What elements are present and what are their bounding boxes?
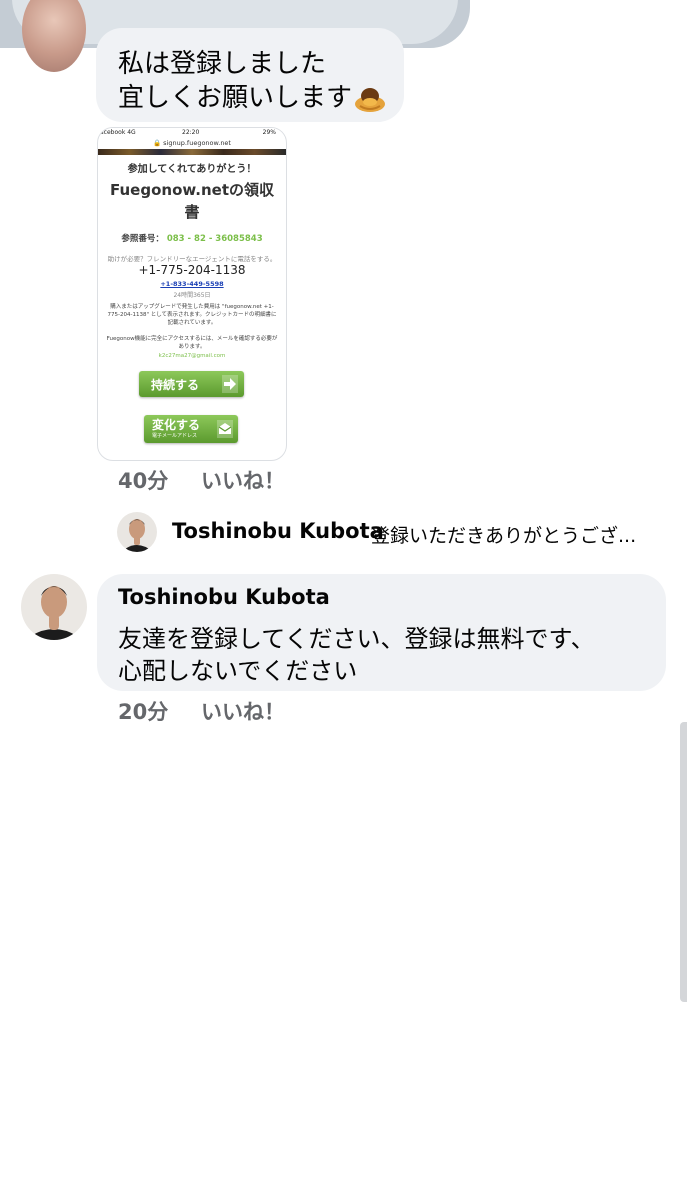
like-link[interactable]: いいね！ — [201, 696, 285, 726]
comment-bubble[interactable]: Toshinobu Kubota 友達を登録してください、登録は無料です、 心配… — [97, 574, 666, 691]
status-battery: 29% — [262, 129, 276, 136]
receipt-title: Fuegonow.netの領収書 — [110, 181, 274, 221]
status-carrier: acebook 4G — [100, 129, 136, 136]
url-bar: 🔒 signup.fuegonow.net — [153, 139, 231, 147]
continue-button-label: 持続する — [151, 378, 200, 392]
envelope-icon — [217, 420, 233, 438]
url-text: signup.fuegonow.net — [163, 139, 231, 147]
change-email-button: 変化する 電子メールアドレス — [144, 415, 238, 443]
help-text: 助けが必要？フレンドリーなエージェントに電話をする。 — [107, 255, 277, 263]
phone-number-link: +1-833-449-5598 — [160, 280, 224, 288]
reference-number: 参照番号： 083 - 82 - 36085843 — [121, 234, 263, 244]
comment-bubble[interactable]: 私は登録しました 宜しくお願いします — [96, 28, 404, 122]
comment-text-line: 宜しくお願いします — [118, 82, 386, 114]
phone-status-bar: acebook 4G 22:20 29% — [98, 128, 286, 138]
reply-preview-text[interactable]: 登録いただきありがとうござ... — [371, 521, 636, 548]
person-avatar-icon — [21, 574, 87, 640]
status-time: 22:20 — [182, 129, 200, 136]
change-button-sublabel: 電子メールアドレス — [152, 433, 198, 439]
comment-text-line: 心配しないでください — [118, 657, 358, 685]
reply-author-name[interactable]: Toshinobu Kubota — [172, 519, 384, 543]
avatar[interactable] — [117, 512, 157, 552]
verify-paragraph: Fuegonow機能に完全にアクセスするには、メールを確認する必要があります。 — [106, 336, 278, 350]
comment-timestamp: 20分 — [118, 700, 169, 724]
hours-text: 24時間365日 — [173, 292, 211, 299]
comment-author-name[interactable]: Toshinobu Kubota — [118, 585, 330, 609]
change-button-label: 変化する — [152, 418, 201, 432]
avatar[interactable] — [22, 0, 86, 72]
billing-paragraph: 購入またはアップグレードで発生した費用は "fuegonow.net +1-77… — [107, 304, 277, 326]
email-text: k2c27ma27@gmail.com — [158, 353, 226, 359]
scrollbar[interactable] — [680, 722, 687, 1002]
continue-button: 持続する — [139, 371, 244, 397]
like-link[interactable]: いいね！ — [201, 465, 285, 495]
comment-timestamp: 40分 — [118, 469, 169, 493]
bowing-person-emoji-icon — [355, 88, 386, 112]
person-avatar-icon — [117, 512, 157, 552]
phone-number: +1-775-204-1138 — [138, 263, 246, 277]
banner-strip — [98, 149, 286, 155]
thanks-heading: 参加してくれてありがとう！ — [127, 164, 257, 175]
comment-text-line: 友達を登録してください、登録は無料です、 — [118, 625, 595, 653]
arrow-right-icon — [222, 375, 238, 393]
avatar[interactable] — [21, 574, 87, 640]
receipt-screenshot-image[interactable]: acebook 4G 22:20 29% 🔒 signup.fuegonow.n… — [97, 127, 287, 461]
comment-text-line: 私は登録しました — [118, 49, 327, 79]
